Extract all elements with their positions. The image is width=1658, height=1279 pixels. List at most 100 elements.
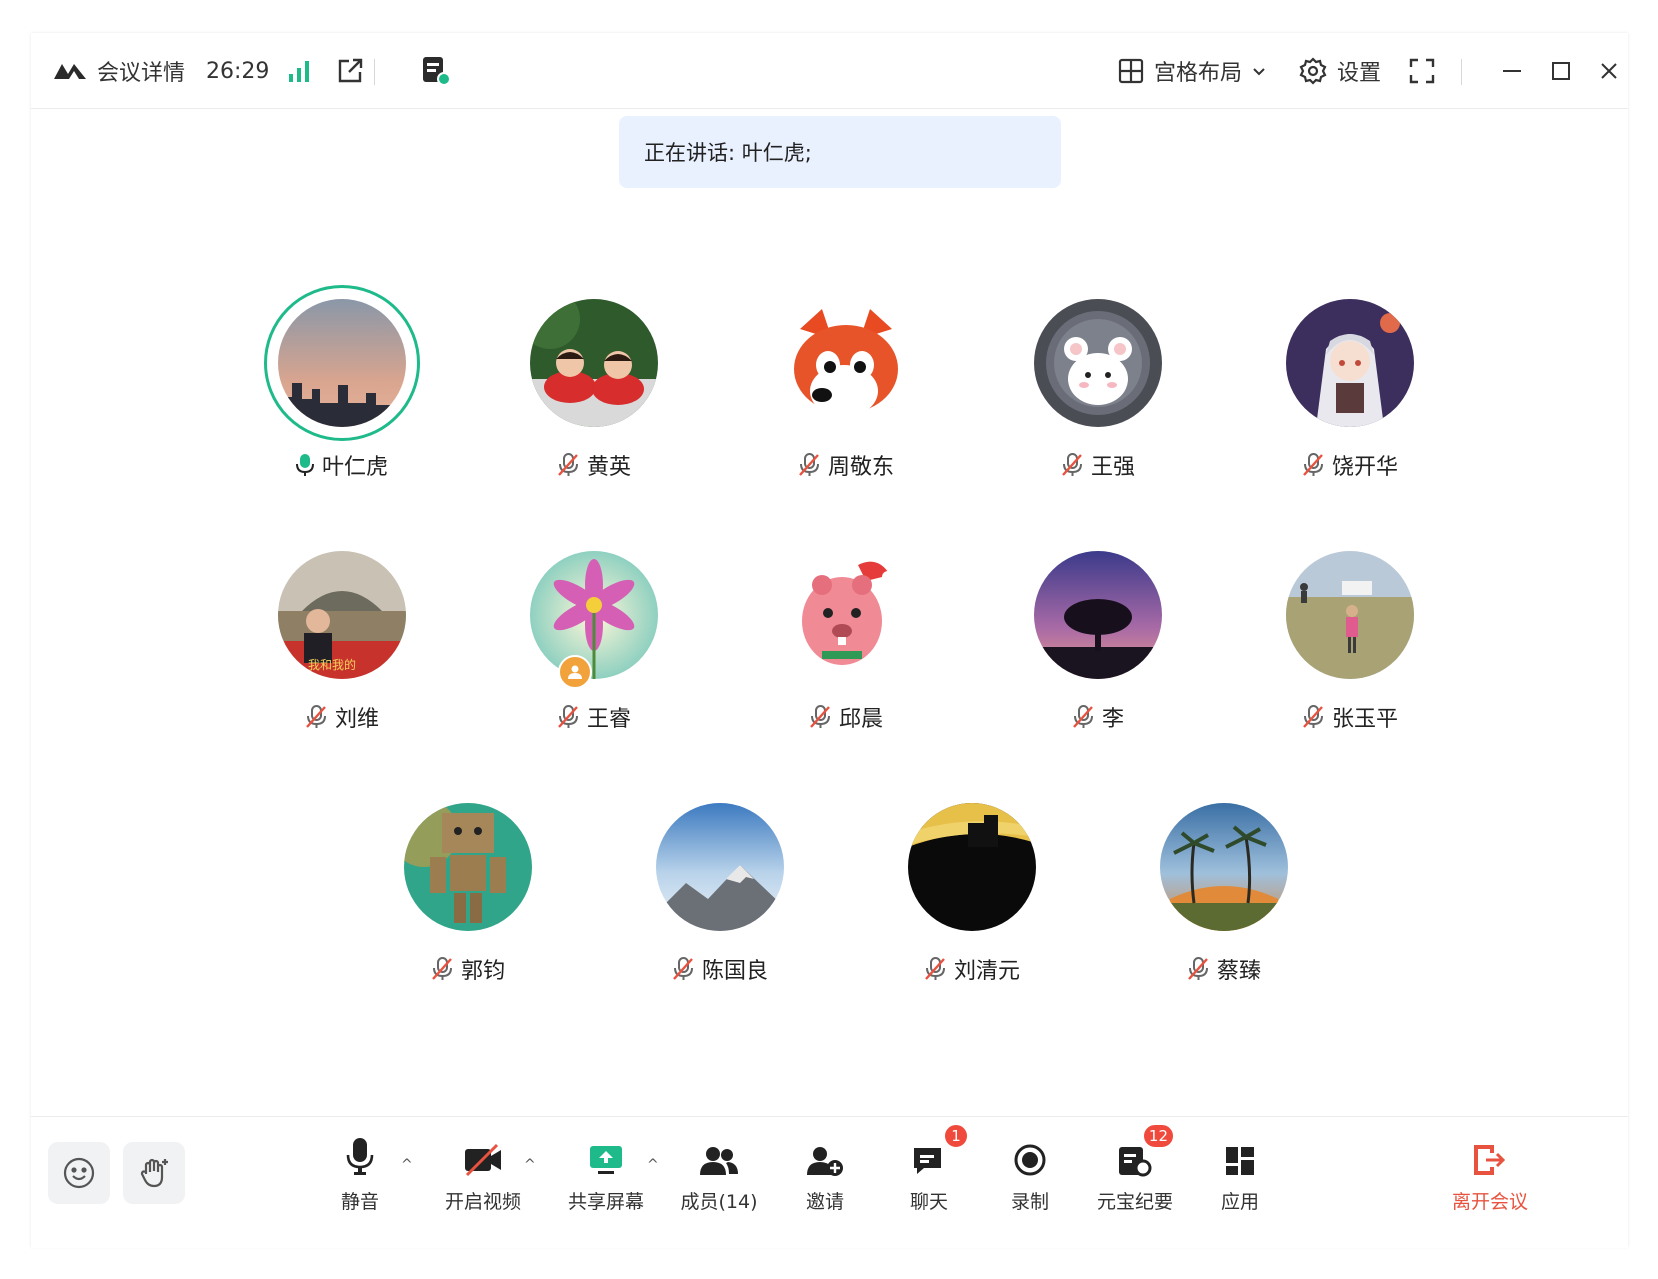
microphone-muted-icon (306, 705, 326, 728)
participant-name-row: 王强 (978, 449, 1218, 481)
microphone-muted-icon (925, 957, 945, 980)
add-user-icon (807, 1147, 843, 1176)
apps-label: 应用 (1220, 1191, 1259, 1213)
chat-button[interactable]: 1 聊天 (874, 1123, 984, 1225)
members-label: 成员(14) (680, 1191, 758, 1213)
participant-name-row: 周敬东 (726, 449, 966, 481)
emoji-reaction-button[interactable] (48, 1142, 110, 1204)
participant-name-row: 王睿 (474, 701, 714, 733)
microphone-muted-icon (558, 453, 578, 476)
signal-strength-icon[interactable] (287, 51, 311, 91)
start-video-button[interactable]: 开启视频 (428, 1135, 538, 1225)
grid-icon (1118, 58, 1144, 84)
avatar (1286, 299, 1414, 427)
participant-name: 蔡臻 (1216, 959, 1261, 984)
participant-name: 刘维 (334, 707, 379, 732)
microphone-muted-icon (432, 957, 452, 980)
divider (374, 59, 375, 85)
participant-name-row: 叶仁虎 (222, 449, 462, 481)
start-video-label: 开启视频 (444, 1191, 521, 1213)
participant-name-row: 蔡臻 (1104, 953, 1344, 985)
speaking-banner: 正在讲话: 叶仁虎; (619, 116, 1061, 188)
share-screen-label: 共享屏幕 (567, 1191, 644, 1213)
title-bar: 会议详情 26:29 宫格布局 设置 (31, 33, 1628, 109)
avatar (1286, 551, 1414, 679)
minimize-icon[interactable] (1501, 51, 1523, 91)
participant-name: 李 (1101, 707, 1124, 732)
grid-layout-label: 宫格布局 (1154, 61, 1243, 86)
video-options-caret-icon[interactable]: ^ (524, 1157, 536, 1173)
notes-icon[interactable] (421, 51, 451, 91)
participant-name-row: 刘维 (222, 701, 462, 733)
svg-text:我和我的: 我和我的 (308, 657, 356, 672)
share-options-caret-icon[interactable]: ^ (647, 1157, 659, 1173)
record-button[interactable]: 录制 (975, 1135, 1085, 1225)
participant-name: 郭钧 (460, 959, 505, 984)
mute-label: 静音 (340, 1191, 379, 1213)
participant-name: 王睿 (586, 707, 631, 732)
record-icon (1014, 1144, 1046, 1176)
settings-button[interactable]: 设置 (1299, 51, 1381, 91)
apps-button[interactable]: 应用 (1185, 1135, 1295, 1225)
settings-label: 设置 (1337, 61, 1382, 86)
chat-unread-badge: 1 (943, 1123, 969, 1149)
microphone-muted-icon (1062, 453, 1082, 476)
record-label: 录制 (1010, 1191, 1049, 1213)
avatar (530, 299, 658, 427)
invite-button[interactable]: 邀请 (770, 1135, 880, 1225)
avatar (404, 803, 532, 931)
mute-button[interactable]: 静音 (305, 1135, 415, 1225)
close-icon[interactable] (1599, 51, 1619, 91)
microphone-muted-icon (810, 705, 830, 728)
participant-name: 黄英 (586, 455, 631, 480)
participant-name-row: 郭钧 (348, 953, 588, 985)
app-logo-icon (53, 51, 89, 91)
members-icon (700, 1147, 738, 1175)
chat-icon (914, 1148, 941, 1174)
microphone-muted-icon (799, 453, 819, 476)
chat-label: 聊天 (909, 1191, 948, 1213)
microphone-muted-icon (558, 705, 578, 728)
share-screen-button[interactable]: 共享屏幕 (551, 1135, 661, 1225)
participant-name: 王强 (1090, 455, 1135, 480)
avatar (530, 551, 658, 679)
participant-name: 叶仁虎 (321, 455, 388, 480)
microphone-muted-icon (673, 957, 693, 980)
participant-name-row: 李 (978, 701, 1218, 733)
participant-name: 张玉平 (1331, 707, 1398, 732)
summary-badge: 12 (1141, 1123, 1175, 1149)
external-window-icon[interactable] (336, 51, 364, 91)
microphone-muted-icon (1303, 453, 1323, 476)
video-off-icon (465, 1143, 501, 1177)
ai-summary-button[interactable]: 12 元宝纪要 (1080, 1123, 1190, 1225)
mute-options-caret-icon[interactable]: ^ (401, 1157, 413, 1173)
microphone-on-icon (295, 454, 314, 476)
summary-label: 元宝纪要 (1096, 1191, 1173, 1213)
divider (1461, 59, 1462, 85)
meeting-timer: 26:29 (206, 58, 270, 84)
summary-icon (1119, 1147, 1152, 1177)
members-button[interactable]: 成员(14) (664, 1135, 774, 1225)
participant-name-row: 邱晨 (726, 701, 966, 733)
participant-name-row: 刘清元 (852, 953, 1092, 985)
microphone-icon (346, 1138, 374, 1175)
meeting-details-link[interactable]: 会议详情 (97, 51, 185, 91)
maximize-icon[interactable] (1551, 51, 1571, 91)
microphone-muted-icon (1073, 705, 1093, 728)
grid-layout-button[interactable]: 宫格布局 (1118, 51, 1266, 91)
gear-icon (1299, 57, 1327, 85)
chevron-down-icon (1253, 68, 1265, 76)
fullscreen-icon[interactable] (1409, 51, 1435, 91)
avatar (1034, 299, 1162, 427)
apps-icon (1226, 1147, 1254, 1175)
avatar (782, 551, 910, 679)
microphone-muted-icon (1303, 705, 1323, 728)
avatar (782, 299, 910, 427)
avatar (908, 803, 1036, 931)
hand-icon (140, 1158, 168, 1188)
leave-meeting-button[interactable]: 离开会议 (1435, 1135, 1545, 1225)
participant-name-row: 张玉平 (1230, 701, 1470, 733)
raise-hand-button[interactable] (123, 1142, 185, 1204)
host-badge-icon (558, 655, 592, 689)
participant-name: 邱晨 (838, 707, 883, 732)
